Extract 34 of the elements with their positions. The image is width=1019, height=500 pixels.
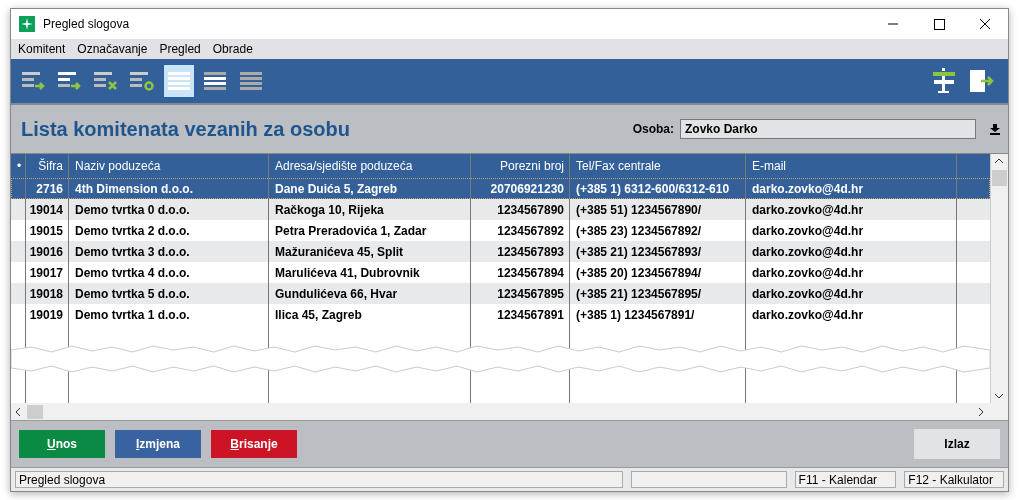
person-label: Osoba:	[632, 122, 674, 136]
table-row[interactable]: 19014 Demo tvrtka 0 d.o.o. Račkoga 10, Rijeka 1234567890 (+385 51) 1234567890/ darko.zovko@4d.hr	[11, 199, 990, 220]
exit-door-icon[interactable]	[970, 69, 996, 93]
table-cell: Demo tvrtka 1 d.o.o.	[69, 304, 269, 325]
action-button[interactable]: Brisanje	[211, 430, 297, 458]
list-icon[interactable]	[163, 64, 195, 98]
table-cell: (+385 1) 1234567891/	[570, 304, 746, 325]
exit-button[interactable]: Izlaz	[914, 429, 1000, 459]
table-row[interactable]: 2716 4th Dimension d.o.o. Dane Duića 5, Zagreb 20706921230 (+385 1) 6312-600/6312-610 darko.zovko@4d.hr	[11, 178, 990, 199]
app-icon	[19, 16, 35, 32]
menu-item[interactable]: Obrade	[208, 42, 259, 56]
table-cell: 1234567891	[471, 304, 570, 325]
table-row[interactable]: 19016 Demo tvrtka 3 d.o.o. Mažuranićeva 45, Split 1234567893 (+385 21) 1234567893/ darko.zovko@4d.hr	[11, 241, 990, 262]
menu-item[interactable]: Pregled	[155, 42, 207, 56]
table-cell: 19019	[26, 304, 69, 325]
action-button[interactable]: Izmjena	[115, 430, 201, 458]
signpost-icon[interactable]	[932, 68, 956, 94]
scrollbar-thumb[interactable]	[27, 404, 43, 419]
page-heading: Lista komitenata vezanih za osobu	[21, 117, 351, 141]
horizontal-scrollbar[interactable]	[11, 403, 1008, 420]
scrollbar-thumb[interactable]	[992, 170, 1007, 186]
status-bar-panel: F12 - Kalkulator	[904, 471, 1004, 488]
vertical-scrollbar[interactable]	[990, 154, 1008, 403]
table-cell: darko.zovko@4d.hr	[746, 304, 957, 325]
table-cell: Ilica 45, Zagreb	[269, 304, 471, 325]
status-bar-panel: F11 - Kalendar	[794, 471, 897, 488]
menu-item[interactable]: Komitent	[14, 42, 72, 56]
table-row[interactable]: 19018 Demo tvrtka 5 d.o.o. Gundulićeva 66, Hvar 1234567895 (+385 21) 1234567895/ darko.zovko@4d.hr	[11, 283, 990, 304]
status-bar-panel: Pregled slogova	[15, 471, 624, 488]
action-button[interactable]: Unos	[19, 430, 105, 458]
window-title: Pregled slogova	[43, 17, 131, 31]
person-field[interactable]: Zovko Darko	[680, 119, 976, 139]
menu-item[interactable]: Označavanje	[73, 42, 154, 56]
download-icon[interactable]	[990, 123, 1000, 135]
